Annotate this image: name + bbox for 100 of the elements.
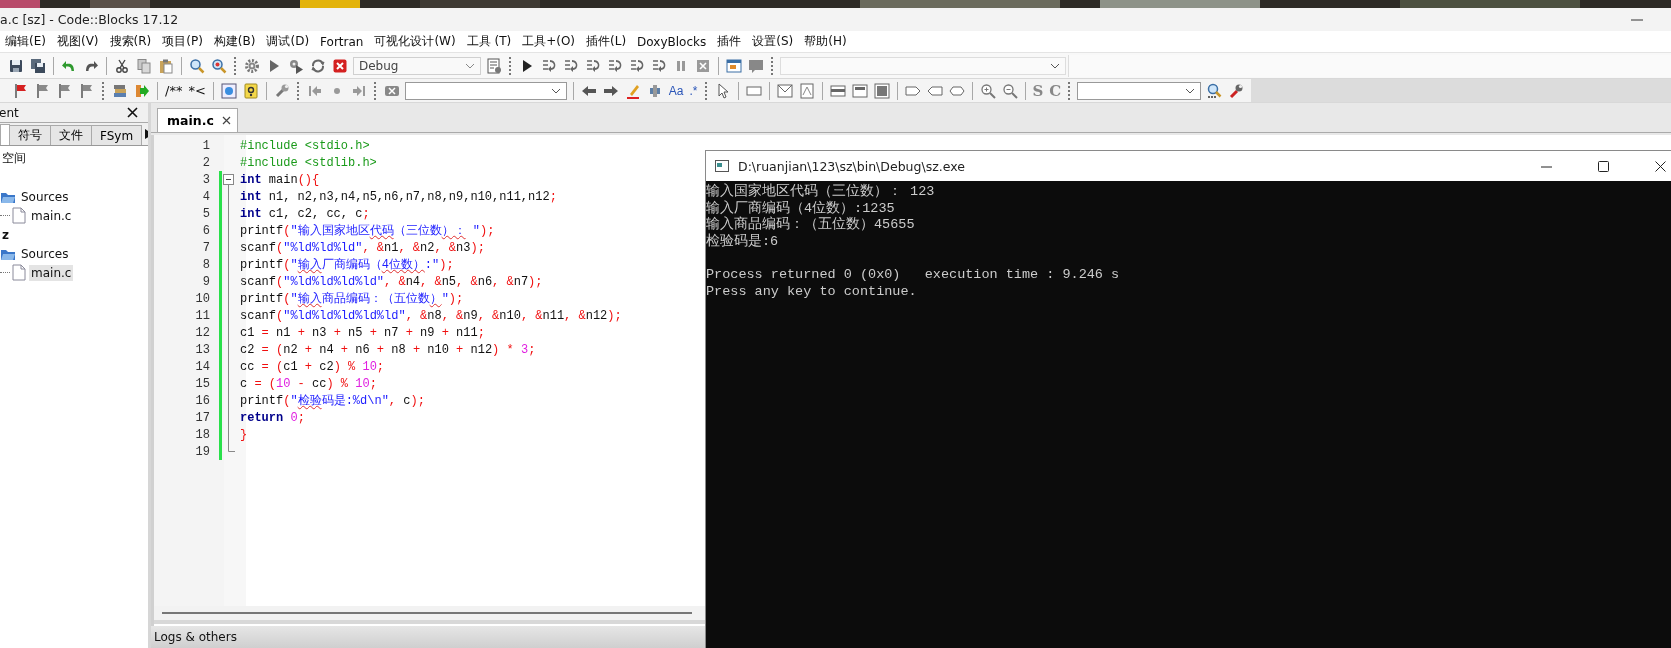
- speech-bubble-icon[interactable]: [748, 57, 764, 74]
- menu-item[interactable]: 构建(B): [208, 31, 262, 52]
- step-icon[interactable]: [629, 57, 645, 74]
- menu-item[interactable]: 搜索(R): [104, 31, 158, 52]
- comment-button[interactable]: *<: [185, 80, 209, 101]
- menu-item[interactable]: 视图(V): [51, 31, 105, 52]
- window-icon[interactable]: [220, 82, 237, 99]
- zoom-in-icon[interactable]: [979, 82, 996, 99]
- line-number: 2: [201, 155, 210, 170]
- build-run-icon[interactable]: [288, 57, 304, 74]
- step-icon[interactable]: [607, 57, 623, 74]
- rebuild-icon[interactable]: [310, 57, 326, 74]
- tree-item[interactable]: Sources: [19, 245, 71, 262]
- step-icon[interactable]: [651, 57, 667, 74]
- code-line: c2 = (n2 + n4 + n6 + n8 + n10 + n12) * 3;: [240, 342, 536, 357]
- search-icon[interactable]: [1206, 82, 1223, 99]
- code-line: int main(){: [240, 172, 320, 187]
- step-icon[interactable]: [585, 57, 601, 74]
- window-icon[interactable]: [726, 57, 742, 74]
- menu-item[interactable]: 项目(P): [157, 31, 209, 52]
- gear-icon[interactable]: [244, 57, 260, 74]
- menu-item[interactable]: 可视化设计(W): [369, 31, 462, 52]
- copy-icon[interactable]: [136, 57, 152, 74]
- panel-tab[interactable]: Logs & others: [154, 630, 237, 644]
- step-icon[interactable]: [541, 57, 557, 74]
- panel-tab[interactable]: 符号: [9, 125, 51, 145]
- menu-item[interactable]: Fortran: [315, 31, 370, 52]
- console-line: 输入国家地区代码（三位数）： 123: [706, 184, 936, 200]
- jump-arrow-icon[interactable]: [134, 82, 150, 99]
- console-icon: [715, 160, 729, 172]
- books-icon[interactable]: [112, 82, 128, 99]
- line-number: 16: [194, 393, 210, 408]
- highlighter-icon[interactable]: [624, 82, 641, 99]
- abort-icon[interactable]: [332, 57, 348, 74]
- close-icon[interactable]: [221, 116, 231, 125]
- dropdown-field[interactable]: [1077, 81, 1202, 100]
- maximize-icon[interactable]: [1598, 160, 1609, 172]
- menu-item[interactable]: 编辑(E): [0, 31, 52, 52]
- panel-icon[interactable]: [829, 82, 846, 99]
- panel-icon[interactable]: [851, 82, 868, 99]
- step-icon[interactable]: [563, 57, 579, 74]
- tree-item[interactable]: Sources: [19, 188, 71, 205]
- page-icon[interactable]: [798, 82, 815, 99]
- menu-item[interactable]: 插件: [712, 31, 748, 52]
- console-line: 检验码是:6: [706, 233, 780, 250]
- tree-item[interactable]: z: [0, 226, 11, 243]
- flag-icon[interactable]: [35, 82, 51, 99]
- console-line: 输入厂商编码（4位数）:1235: [706, 200, 896, 216]
- menu-item[interactable]: 帮助(H): [799, 31, 853, 52]
- stop-icon[interactable]: [695, 57, 711, 74]
- line-number: 10: [194, 291, 210, 306]
- menu-item[interactable]: 设置(S): [747, 31, 800, 52]
- replace-icon[interactable]: [211, 57, 227, 74]
- settings-list-icon[interactable]: [486, 57, 502, 74]
- paste-icon[interactable]: [158, 57, 174, 74]
- close-icon[interactable]: [1655, 160, 1666, 172]
- caret-icon[interactable]: [550, 87, 561, 94]
- menu-item[interactable]: 工具 (T): [461, 31, 518, 52]
- code-line: printf("输入国家地区代码（三位数）： ");: [240, 223, 495, 239]
- panel-tab[interactable]: FSym: [91, 125, 143, 145]
- panel-tab[interactable]: 文件: [50, 125, 92, 145]
- menu-item[interactable]: 调试(D): [261, 31, 316, 52]
- wrench-icon[interactable]: [1228, 82, 1245, 99]
- doc-comment-button[interactable]: /**: [162, 80, 186, 101]
- scrollbar[interactable]: [162, 612, 692, 614]
- code-line: return 0;: [240, 410, 305, 425]
- help-icon[interactable]: [242, 82, 259, 99]
- caret-icon[interactable]: [1050, 62, 1060, 69]
- tree-item[interactable]: 空间: [0, 149, 28, 168]
- cut-icon[interactable]: [114, 57, 130, 74]
- regex-button[interactable]: .*: [686, 80, 701, 101]
- caret-icon[interactable]: [465, 62, 475, 69]
- wrench-icon[interactable]: [273, 82, 290, 99]
- menu-item[interactable]: DoxyBlocks: [632, 31, 713, 52]
- close-icon[interactable]: [127, 107, 138, 118]
- line-number: 17: [194, 410, 210, 425]
- flag-icon[interactable]: [13, 82, 29, 99]
- line-number: 4: [201, 189, 210, 204]
- code-line: int n1, n2,n3,n4,n5,n6,n7,n8,n9,n10,n11,n12;: [240, 189, 557, 204]
- menu-item[interactable]: 插件(L): [581, 31, 633, 52]
- menu-item[interactable]: 工具+(O): [517, 31, 582, 52]
- tree-item[interactable]: main.c: [29, 264, 74, 281]
- flag-icon[interactable]: [79, 82, 95, 99]
- envelope-icon[interactable]: [776, 82, 793, 99]
- console-line: Press any key to continue.: [706, 283, 918, 300]
- flag-icon[interactable]: [57, 82, 73, 99]
- tree-item[interactable]: main.c: [29, 207, 74, 224]
- panel-title: ent: [0, 105, 19, 120]
- match-case-button[interactable]: Aa: [665, 80, 687, 101]
- dropdown-field[interactable]: [404, 81, 567, 100]
- save-icon[interactable]: [8, 57, 24, 74]
- save-all-icon[interactable]: [30, 57, 46, 74]
- fold-marker[interactable]: [222, 171, 235, 188]
- editor-tab[interactable]: main.c: [157, 108, 238, 132]
- caret-icon[interactable]: [1185, 87, 1196, 94]
- code-line: printf("检验码是:%d\n", c);: [240, 393, 425, 409]
- build-target-dropdown[interactable]: Debug: [353, 56, 481, 75]
- zoom-out-icon[interactable]: [1001, 82, 1018, 99]
- square-icon[interactable]: [873, 82, 890, 99]
- search-icon[interactable]: [189, 57, 205, 74]
